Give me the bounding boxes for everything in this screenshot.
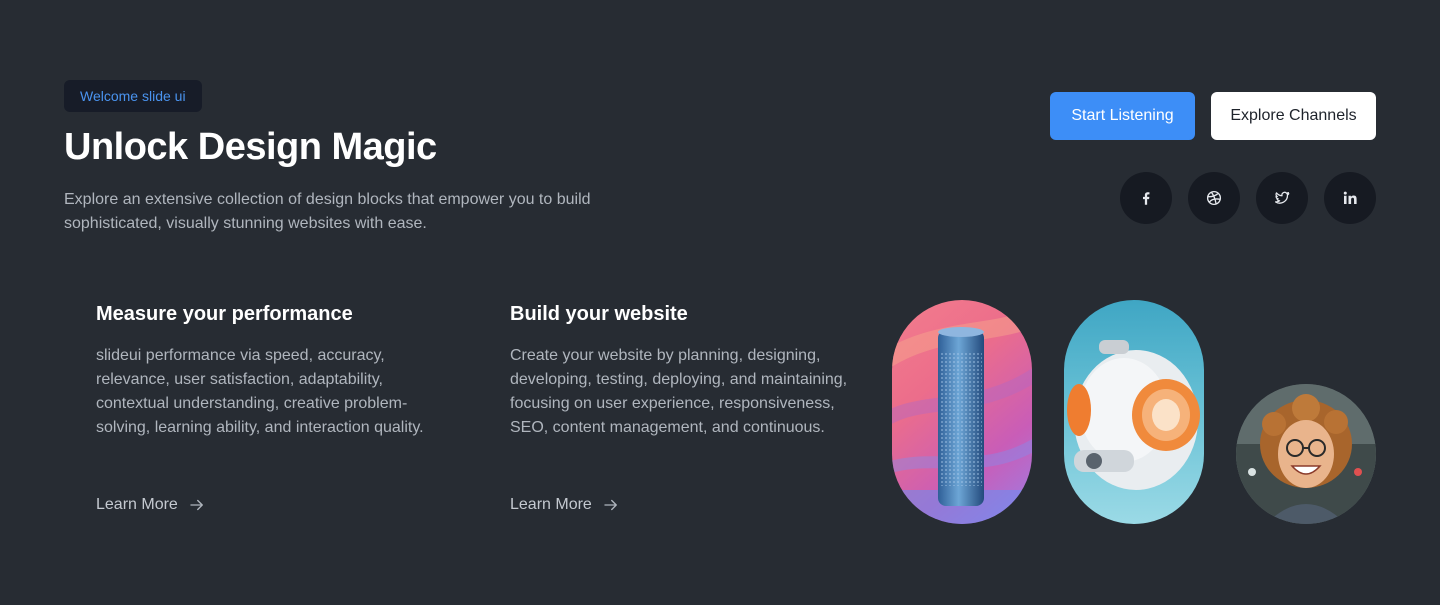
facebook-link[interactable] xyxy=(1120,172,1172,224)
learn-more-link-performance[interactable]: Learn More xyxy=(96,496,206,514)
learn-more-label: Learn More xyxy=(96,496,178,513)
portrait-image xyxy=(1236,384,1376,524)
twitter-icon xyxy=(1274,191,1290,204)
start-listening-button[interactable]: Start Listening xyxy=(1050,92,1195,140)
hero-section: Welcome slide ui Unlock Design Magic Exp… xyxy=(0,0,1440,605)
welcome-badge: Welcome slide ui xyxy=(64,80,202,112)
feature-title: Build your website xyxy=(510,303,688,325)
linkedin-icon xyxy=(1343,191,1357,204)
feature-description: slideui performance via speed, accuracy,… xyxy=(96,347,424,436)
dribbble-link[interactable] xyxy=(1188,172,1240,224)
facebook-icon xyxy=(1143,192,1150,205)
dribbble-icon xyxy=(1206,190,1222,206)
arrow-right-icon xyxy=(190,499,203,511)
twitter-link[interactable] xyxy=(1256,172,1308,224)
page-subtitle: Explore an extensive collection of desig… xyxy=(64,191,591,232)
linkedin-link[interactable] xyxy=(1324,172,1376,224)
feature-description: Create your website by planning, designi… xyxy=(510,347,848,436)
learn-more-link-website[interactable]: Learn More xyxy=(510,496,620,514)
robot-image xyxy=(1064,300,1204,524)
explore-channels-button[interactable]: Explore Channels xyxy=(1211,92,1376,140)
feature-card-performance: Measure your performance slideui perform… xyxy=(96,300,436,440)
feature-card-website: Build your website Create your website b… xyxy=(510,300,850,440)
feature-title: Measure your performance xyxy=(96,303,353,325)
arrow-right-icon xyxy=(604,499,617,511)
speaker-image xyxy=(892,300,1032,524)
learn-more-label: Learn More xyxy=(510,496,592,513)
page-title: Unlock Design Magic xyxy=(64,126,437,168)
